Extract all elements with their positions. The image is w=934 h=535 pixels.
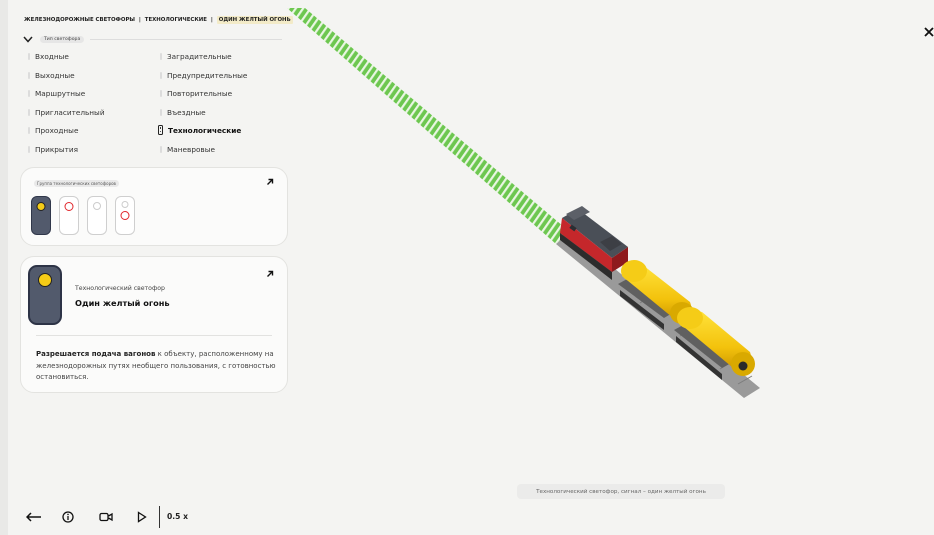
- type-label: Маршрутные: [35, 89, 86, 98]
- signal-variant-off[interactable]: [87, 196, 107, 235]
- window-edge: [0, 0, 8, 535]
- type-label: Входные: [35, 52, 69, 61]
- chevron-down-icon[interactable]: [22, 34, 34, 44]
- signal-name: Один желтый огонь: [75, 298, 170, 308]
- close-icon[interactable]: [924, 22, 934, 37]
- diagonal-arrow-icon[interactable]: [264, 268, 276, 280]
- breadcrumb-separator: |: [138, 17, 141, 23]
- type-item-marshrutnye[interactable]: Маршрутные: [28, 89, 85, 98]
- off-lamp-icon: [121, 201, 129, 208]
- play-icon[interactable]: [132, 506, 152, 528]
- signal-large-icon: [28, 265, 62, 325]
- type-item-vyhodnye[interactable]: Выходные: [28, 71, 75, 80]
- signal-subtitle: Технологический светофор: [75, 285, 165, 292]
- speed-control[interactable]: 0.5 x: [167, 512, 188, 521]
- divider: [36, 335, 272, 336]
- type-selector-header: Тип светофора: [22, 34, 282, 44]
- type-label: Предупредительные: [167, 70, 248, 80]
- scene-caption: Технологический светофор, сигнал – один …: [517, 484, 725, 499]
- info-icon[interactable]: [58, 506, 78, 528]
- diagonal-arrow-icon[interactable]: [264, 176, 276, 188]
- signal-icon: [158, 125, 163, 135]
- group-title: Группа технологических светофоров: [34, 180, 119, 187]
- type-label: Маневровые: [167, 144, 215, 154]
- breadcrumb: ЖЕЛЕЗНОДОРОЖНЫЕ СВЕТОФОРЫ | ТЕХНОЛОГИЧЕС…: [24, 16, 293, 24]
- signal-variant-red[interactable]: [59, 196, 79, 235]
- type-item-prikrytiya[interactable]: Прикрытия: [28, 145, 78, 154]
- type-item-predupreditelnye[interactable]: Предупредительные: [160, 71, 247, 80]
- breadcrumb-item-2[interactable]: ТЕХНОЛОГИЧЕСКИЕ: [145, 16, 207, 24]
- red-lamp-icon: [64, 202, 74, 211]
- type-item-povtoritelnye[interactable]: Повторительные: [160, 89, 232, 98]
- signal-description: Разрешается подача вагонов к объекту, ра…: [36, 349, 286, 384]
- camera-icon[interactable]: [96, 506, 116, 528]
- type-item-tehnologicheskie[interactable]: Технологические: [158, 125, 241, 135]
- type-label: Технологические: [168, 125, 242, 135]
- type-item-zagraditelnye[interactable]: Заградительные: [160, 52, 232, 61]
- type-chip: Тип светофора: [40, 35, 85, 43]
- off-lamp-icon: [93, 202, 101, 210]
- type-label: Проходные: [35, 126, 79, 135]
- type-item-vezdnye[interactable]: Въездные: [160, 108, 206, 117]
- green-track-zone: [287, 8, 570, 244]
- type-label: Выходные: [35, 70, 75, 80]
- type-label: Прикрытия: [35, 144, 79, 154]
- breadcrumb-item-1[interactable]: ЖЕЛЕЗНОДОРОЖНЫЕ СВЕТОФОРЫ: [24, 16, 135, 24]
- divider: [90, 38, 282, 40]
- type-label: Въездные: [167, 107, 206, 117]
- description-emphasis: Разрешается подача вагонов: [36, 350, 156, 358]
- signal-variant-two-lamp[interactable]: [115, 196, 135, 235]
- type-label: Пригласительный: [35, 107, 105, 117]
- type-item-vhodnye[interactable]: Входные: [28, 52, 69, 61]
- divider: [159, 506, 160, 528]
- back-arrow-icon[interactable]: [24, 506, 44, 528]
- type-item-prohodnye[interactable]: Проходные: [28, 126, 78, 135]
- red-lamp-icon: [120, 211, 130, 220]
- signal-variant-yellow[interactable]: [31, 196, 51, 235]
- breadcrumb-current: ОДИН ЖЕЛТЫЙ ОГОНЬ: [216, 16, 293, 24]
- yellow-lamp-icon: [36, 202, 46, 211]
- type-item-priglasitelny[interactable]: Пригласительный: [28, 108, 105, 117]
- type-label: Заградительные: [167, 52, 232, 61]
- type-item-manevrovye[interactable]: Маневровые: [160, 145, 215, 154]
- breadcrumb-separator: |: [210, 17, 213, 23]
- type-label: Повторительные: [167, 89, 233, 98]
- yellow-lamp-icon: [38, 273, 52, 287]
